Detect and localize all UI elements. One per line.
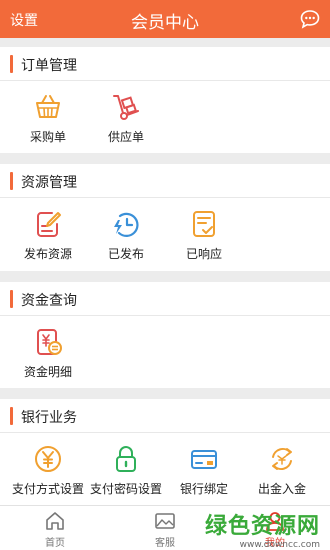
item-label: 出金入金	[257, 482, 306, 496]
item-label: 采购单	[29, 130, 66, 144]
payment-method-button[interactable]: 支付方式设置	[8, 444, 88, 497]
lock-icon	[116, 446, 136, 472]
yen-coin-icon	[35, 446, 61, 472]
section-accent-bar	[10, 55, 13, 73]
checklist-icon	[193, 211, 215, 237]
responded-button[interactable]: 已响应	[164, 209, 244, 262]
section-title: 订单管理	[21, 58, 77, 74]
watermark-text: 绿色资源网	[204, 514, 320, 539]
edit-document-icon	[37, 212, 61, 237]
section-accent-bar	[10, 407, 13, 425]
funds-detail-button[interactable]: 资金明细	[8, 327, 88, 380]
bank-card-icon	[191, 450, 217, 469]
item-label: 资金明细	[23, 365, 72, 379]
tab-customer-service[interactable]: 客服	[125, 510, 205, 549]
exchange-icon	[272, 447, 292, 471]
section-accent-bar	[10, 290, 13, 308]
section-header: 订单管理	[0, 47, 330, 81]
supply-order-button[interactable]: 供应单	[86, 92, 166, 145]
section-header: 资金查询	[0, 282, 330, 316]
page-title: 会员中心	[131, 13, 199, 33]
section-order-management: 订单管理 采购单 供应单	[0, 47, 330, 153]
money-statement-icon	[37, 329, 62, 355]
item-label: 银行绑定	[179, 482, 228, 496]
top-navigation-bar: 设置 会员中心	[0, 0, 330, 38]
item-label: 支付密码设置	[89, 482, 162, 496]
bank-binding-button[interactable]: 银行绑定	[164, 444, 244, 497]
image-icon	[155, 513, 175, 529]
item-label: 支付方式设置	[11, 482, 84, 496]
section-funds-inquiry: 资金查询 资金明细	[0, 282, 330, 388]
tab-home[interactable]: 首页	[15, 510, 95, 549]
home-icon	[46, 512, 64, 530]
section-header: 资源管理	[0, 164, 330, 198]
basket-icon	[36, 95, 60, 118]
purchase-order-button[interactable]: 采购单	[8, 92, 88, 145]
item-label: 已发布	[107, 247, 144, 261]
section-title: 资源管理	[21, 175, 77, 191]
section-accent-bar	[10, 172, 13, 190]
payment-password-button[interactable]: 支付密码设置	[86, 444, 166, 497]
tab-label: 首页	[45, 538, 65, 549]
section-title: 资金查询	[21, 293, 77, 309]
section-header: 银行业务	[0, 399, 330, 433]
withdraw-deposit-button[interactable]: 出金入金	[242, 444, 322, 497]
watermark-url: www.downcc.com	[239, 540, 320, 550]
publish-resource-button[interactable]: 发布资源	[8, 209, 88, 262]
item-label: 已响应	[185, 247, 222, 261]
chat-bubble-icon[interactable]	[300, 9, 320, 29]
item-label: 发布资源	[23, 247, 72, 261]
tab-label: 客服	[155, 538, 175, 549]
hand-truck-icon	[113, 95, 139, 120]
item-label: 供应单	[107, 130, 144, 144]
clock-lightning-icon	[114, 212, 139, 238]
section-resource-management: 资源管理 发布资源 已发布 已响应	[0, 164, 330, 271]
published-button[interactable]: 已发布	[86, 209, 166, 262]
section-banking: 银行业务 支付方式设置 支付密码设置 银行绑定 出金入金	[0, 399, 330, 505]
section-title: 银行业务	[21, 410, 77, 426]
watermark: 绿色资源网 www.downcc.com	[205, 508, 320, 550]
